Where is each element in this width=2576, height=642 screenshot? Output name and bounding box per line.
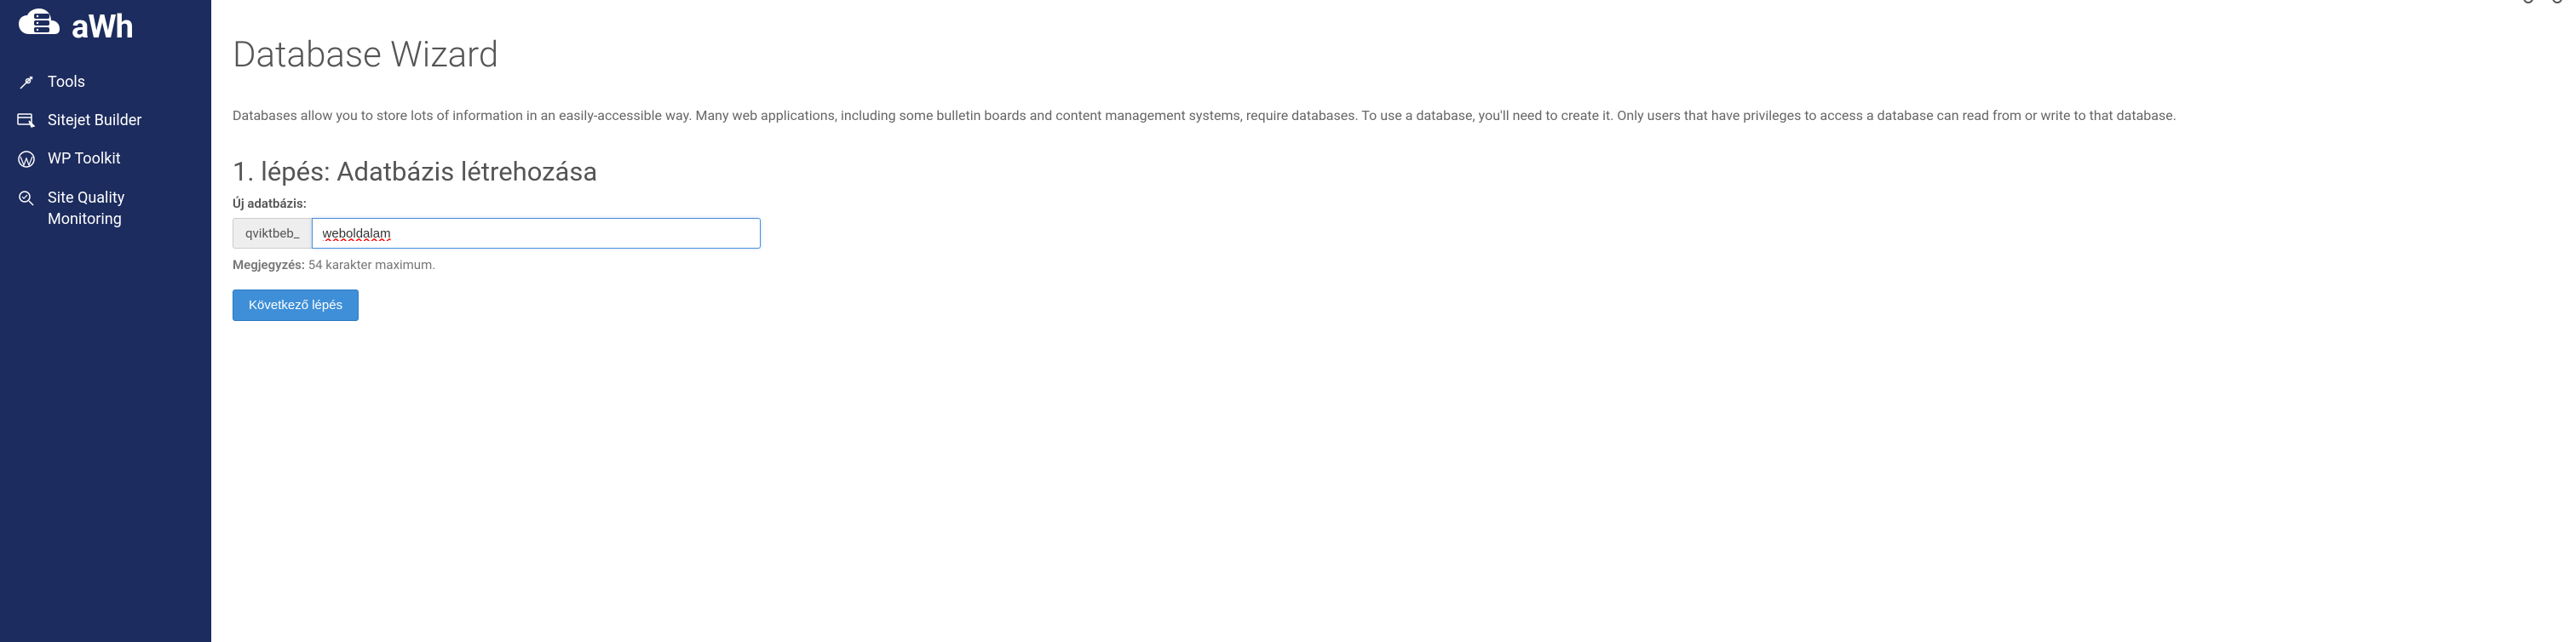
sidebar-item-sitejet[interactable]: Sitejet Builder <box>0 101 211 140</box>
sidebar-item-site-quality[interactable]: Site Quality Monitoring <box>0 179 211 238</box>
header-icon-2[interactable] <box>2552 0 2562 3</box>
monitor-icon <box>17 189 36 208</box>
step-title: 1. lépés: Adatbázis létrehozása <box>233 156 2555 187</box>
sidebar-item-label: Sitejet Builder <box>48 110 141 131</box>
sidebar-item-label: WP Toolkit <box>48 148 121 169</box>
field-label: Új adatbázis: <box>233 196 2555 211</box>
input-group: qviktbeb_ <box>233 218 761 249</box>
sidebar-item-label: Site Quality Monitoring <box>48 187 194 230</box>
top-bar <box>211 0 2576 9</box>
sidebar-item-label: Tools <box>48 72 85 93</box>
logo-icon <box>17 9 68 46</box>
logo-text: aWh <box>72 9 133 46</box>
next-step-button[interactable]: Következő lépés <box>233 289 359 321</box>
sidebar: aWh Tools Sitejet Builder <box>0 0 211 642</box>
note: Megjegyzés: 54 karakter maximum. <box>233 257 2555 272</box>
page-title: Database Wizard <box>233 34 2555 76</box>
sitejet-icon <box>17 112 36 130</box>
wordpress-icon <box>17 150 36 169</box>
db-prefix: qviktbeb_ <box>233 218 312 249</box>
content-area: Database Wizard Databases allow you to s… <box>211 9 2576 347</box>
note-text: 54 karakter maximum. <box>305 257 435 272</box>
description-text: Databases allow you to store lots of inf… <box>233 106 2555 126</box>
tools-icon <box>17 73 36 92</box>
sidebar-item-tools[interactable]: Tools <box>0 63 211 101</box>
header-icon-1[interactable] <box>2523 0 2533 3</box>
note-label: Megjegyzés: <box>233 257 305 272</box>
db-name-input[interactable] <box>312 218 761 249</box>
sidebar-item-wp-toolkit[interactable]: WP Toolkit <box>0 140 211 178</box>
main-content: Database Wizard Databases allow you to s… <box>211 0 2576 642</box>
logo: aWh <box>0 9 211 63</box>
